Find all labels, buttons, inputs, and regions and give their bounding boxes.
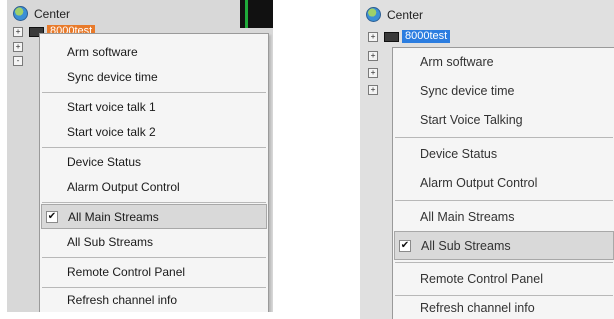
- expand-icon[interactable]: +: [368, 85, 378, 95]
- menu-item-all-sub-streams[interactable]: All Sub Streams: [40, 230, 268, 254]
- menu-item-start-voice-talk-2[interactable]: Start voice talk 2: [40, 120, 268, 144]
- menu-item-label: All Main Streams: [420, 210, 515, 224]
- context-menu: Arm software Sync device time Start Voic…: [392, 47, 614, 319]
- menu-separator: [395, 262, 613, 263]
- menu-item-label: Sync device time: [420, 84, 515, 98]
- tree-node[interactable]: +: [368, 51, 378, 61]
- menu-item-label: Device Status: [67, 155, 142, 169]
- menu-separator: [395, 137, 613, 138]
- expand-icon[interactable]: +: [13, 42, 23, 52]
- menu-separator: [42, 92, 266, 93]
- menu-item-alarm-output-control[interactable]: Alarm Output Control: [393, 169, 614, 197]
- menu-item-label: Refresh channel info: [67, 293, 178, 307]
- menu-separator: [42, 257, 266, 258]
- menu-item-all-main-streams[interactable]: ✔ All Main Streams: [41, 204, 267, 229]
- collapse-icon[interactable]: -: [13, 56, 23, 66]
- globe-icon: [13, 6, 28, 21]
- menu-item-label: Start Voice Talking: [420, 113, 523, 127]
- dvr-device-icon: [384, 31, 399, 42]
- device-label[interactable]: 8000test: [402, 30, 451, 43]
- right-screenshot-panel: Center + 8000test + + + Arm software Syn…: [360, 0, 614, 319]
- context-menu: Arm software Sync device time Start voic…: [39, 33, 269, 312]
- menu-item-device-status[interactable]: Device Status: [40, 150, 268, 174]
- expand-icon[interactable]: +: [368, 31, 378, 42]
- tree-node[interactable]: -: [13, 56, 23, 66]
- menu-item-all-sub-streams[interactable]: ✔ All Sub Streams: [394, 231, 614, 260]
- menu-item-all-main-streams[interactable]: All Main Streams: [393, 203, 614, 231]
- menu-item-remote-control-panel[interactable]: Remote Control Panel: [40, 260, 268, 284]
- menu-item-label: All Sub Streams: [67, 235, 154, 249]
- menu-item-label: Start voice talk 1: [67, 100, 156, 114]
- menu-item-label: Arm software: [420, 55, 494, 69]
- menu-separator: [42, 202, 266, 203]
- tree-node[interactable]: +: [368, 85, 378, 95]
- menu-item-label: All Sub Streams: [421, 238, 511, 253]
- menu-item-device-status[interactable]: Device Status: [393, 140, 614, 168]
- root-label: Center: [387, 7, 424, 22]
- menu-separator: [395, 200, 613, 201]
- tree-node-device[interactable]: + 8000test: [368, 30, 451, 43]
- menu-separator: [395, 295, 613, 296]
- green-divider: [245, 0, 248, 28]
- menu-item-refresh-channel-info[interactable]: Refresh channel info: [40, 289, 268, 311]
- checkmark-icon: ✔: [399, 239, 411, 252]
- root-label: Center: [34, 6, 71, 21]
- left-screenshot-panel: Center + 8000test + - Arm software Sync …: [7, 0, 273, 312]
- menu-item-label: All Main Streams: [68, 209, 159, 224]
- menu-item-sync-device-time[interactable]: Sync device time: [393, 77, 614, 105]
- tree-root-center[interactable]: Center: [366, 7, 423, 22]
- menu-item-label: Arm software: [67, 45, 138, 59]
- expand-icon[interactable]: +: [368, 68, 378, 78]
- tree-root-center[interactable]: Center: [13, 6, 70, 21]
- tree-node[interactable]: +: [368, 68, 378, 78]
- menu-item-label: Remote Control Panel: [420, 272, 543, 286]
- menu-item-label: Alarm Output Control: [420, 176, 538, 190]
- menu-item-remote-control-panel[interactable]: Remote Control Panel: [393, 265, 614, 293]
- expand-icon[interactable]: +: [368, 51, 378, 61]
- menu-item-label: Refresh channel info: [420, 301, 535, 315]
- menu-separator: [42, 287, 266, 288]
- expand-icon[interactable]: +: [13, 26, 23, 37]
- menu-item-label: Sync device time: [67, 70, 158, 84]
- menu-item-arm-software[interactable]: Arm software: [393, 48, 614, 76]
- globe-icon: [366, 7, 381, 22]
- menu-separator: [42, 147, 266, 148]
- menu-item-arm-software[interactable]: Arm software: [40, 40, 268, 64]
- menu-item-label: Remote Control Panel: [67, 265, 186, 279]
- menu-item-label: Start voice talk 2: [67, 125, 156, 139]
- menu-item-refresh-channel-info[interactable]: Refresh channel info: [393, 297, 614, 319]
- menu-item-sync-device-time[interactable]: Sync device time: [40, 65, 268, 89]
- menu-item-label: Alarm Output Control: [67, 180, 180, 194]
- menu-item-start-voice-talk-1[interactable]: Start voice talk 1: [40, 95, 268, 119]
- menu-item-alarm-output-control[interactable]: Alarm Output Control: [40, 175, 268, 199]
- checkmark-icon: ✔: [46, 210, 58, 223]
- menu-item-label: Device Status: [420, 147, 498, 161]
- tree-node[interactable]: +: [13, 42, 23, 52]
- menu-item-start-voice-talking[interactable]: Start Voice Talking: [393, 106, 614, 134]
